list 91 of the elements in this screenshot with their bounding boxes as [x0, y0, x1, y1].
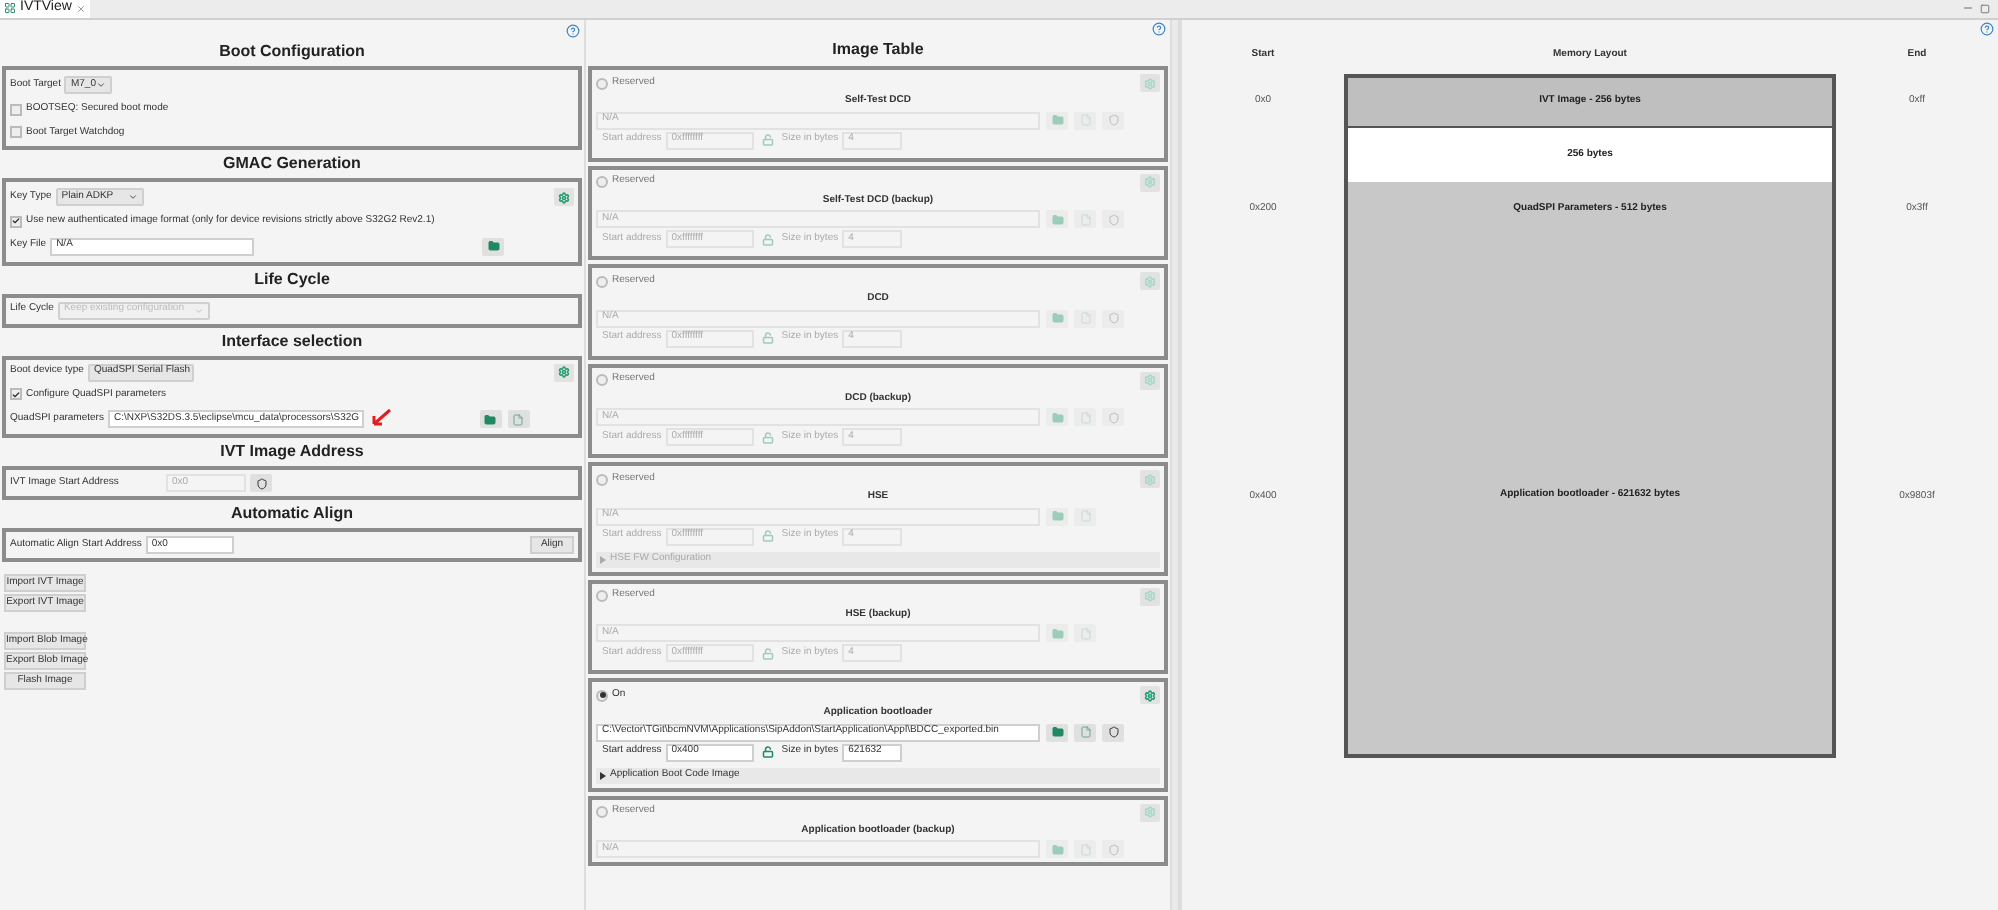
help-icon[interactable] — [1980, 21, 1994, 35]
document-icon — [1079, 312, 1091, 324]
file-button[interactable] — [1074, 840, 1096, 858]
shield-icon — [1107, 312, 1119, 324]
file-button[interactable] — [1074, 111, 1096, 129]
document-icon — [1079, 510, 1091, 522]
shield-icon — [1107, 114, 1119, 126]
section-title: Boot Configuration — [219, 40, 365, 64]
document-icon — [1079, 627, 1091, 639]
folder-icon — [1051, 213, 1063, 225]
caret-icon — [193, 305, 204, 315]
unlock-icon[interactable] — [761, 332, 774, 344]
scrollbar[interactable] — [1170, 20, 1178, 910]
settings-button[interactable] — [1140, 371, 1160, 389]
file-button[interactable] — [1074, 309, 1096, 327]
document-icon — [1079, 843, 1091, 855]
document-icon — [512, 413, 525, 425]
browse-button[interactable] — [1046, 111, 1068, 129]
section-title: IVT Image Address — [220, 440, 364, 464]
unlock-icon[interactable] — [761, 431, 774, 443]
view-icon — [4, 2, 16, 14]
folder-icon — [1051, 627, 1063, 639]
document-icon — [1079, 411, 1091, 423]
shield-button[interactable] — [1102, 723, 1124, 741]
settings-button[interactable] — [1140, 686, 1160, 704]
shield-icon — [1107, 843, 1119, 855]
folder-icon — [487, 240, 500, 252]
settings-button[interactable] — [1140, 470, 1160, 488]
folder-icon — [1051, 843, 1063, 855]
browse-button[interactable] — [1046, 309, 1068, 327]
section-title: Interface selection — [221, 329, 363, 353]
minimize-icon[interactable] — [1962, 2, 1974, 14]
checkbox[interactable] — [10, 103, 22, 116]
shield-icon — [1107, 213, 1119, 225]
radio-button[interactable] — [596, 275, 608, 287]
browse-button[interactable] — [1046, 507, 1068, 525]
file-button[interactable] — [1074, 408, 1096, 426]
file-button[interactable] — [1074, 507, 1096, 525]
document-icon — [1079, 114, 1091, 126]
settings-button[interactable] — [1140, 272, 1160, 290]
settings-button[interactable] — [1140, 587, 1160, 605]
folder-icon — [1051, 312, 1063, 324]
unlock-icon[interactable] — [761, 233, 774, 245]
radio-button[interactable] — [596, 374, 608, 386]
document-icon — [1079, 726, 1091, 738]
folder-icon — [1051, 726, 1063, 738]
folder-icon — [1051, 114, 1063, 126]
section-title: Life Cycle — [254, 267, 330, 291]
radio-button[interactable] — [596, 689, 608, 701]
annotation-arrow-icon — [367, 408, 392, 430]
folder-icon — [1051, 510, 1063, 522]
radio-button[interactable] — [596, 473, 608, 485]
expand-icon — [600, 771, 606, 779]
shield-button[interactable] — [250, 474, 272, 492]
document-icon — [1079, 213, 1091, 225]
folder-icon — [484, 413, 497, 425]
caret-icon — [96, 80, 107, 90]
radio-button[interactable] — [596, 806, 608, 818]
unlock-icon[interactable] — [761, 530, 774, 542]
shield-icon — [1107, 411, 1119, 423]
shield-icon — [255, 477, 267, 489]
section-title: Image Table — [832, 38, 924, 62]
section-title: GMAC Generation — [223, 152, 361, 176]
browse-button[interactable] — [482, 237, 505, 255]
checkbox[interactable] — [10, 388, 22, 401]
section-title: Automatic Align — [230, 502, 354, 526]
browse-button[interactable] — [1046, 723, 1068, 741]
settings-button[interactable] — [1140, 803, 1160, 821]
radio-button[interactable] — [596, 176, 608, 188]
maximize-icon[interactable] — [1980, 3, 1990, 13]
shield-icon — [1107, 726, 1119, 738]
file-button[interactable] — [507, 410, 530, 428]
folder-icon — [1051, 411, 1063, 423]
radio-button[interactable] — [596, 590, 608, 602]
checkbox[interactable] — [10, 126, 22, 139]
checkbox[interactable] — [10, 215, 22, 228]
radio-button[interactable] — [596, 77, 608, 89]
settings-button[interactable] — [1140, 74, 1160, 92]
unlock-icon[interactable] — [761, 647, 774, 659]
settings-button[interactable] — [554, 363, 574, 381]
browse-button[interactable] — [479, 410, 502, 428]
unlock-icon[interactable] — [761, 746, 774, 758]
file-button[interactable] — [1074, 210, 1096, 228]
caret-icon — [127, 192, 138, 202]
unlock-icon[interactable] — [761, 134, 774, 146]
file-button[interactable] — [1074, 624, 1096, 642]
expand-icon — [600, 555, 606, 563]
settings-button[interactable] — [1140, 173, 1160, 191]
settings-button[interactable] — [554, 188, 574, 206]
help-icon[interactable] — [1152, 21, 1166, 35]
help-icon[interactable] — [566, 23, 580, 37]
